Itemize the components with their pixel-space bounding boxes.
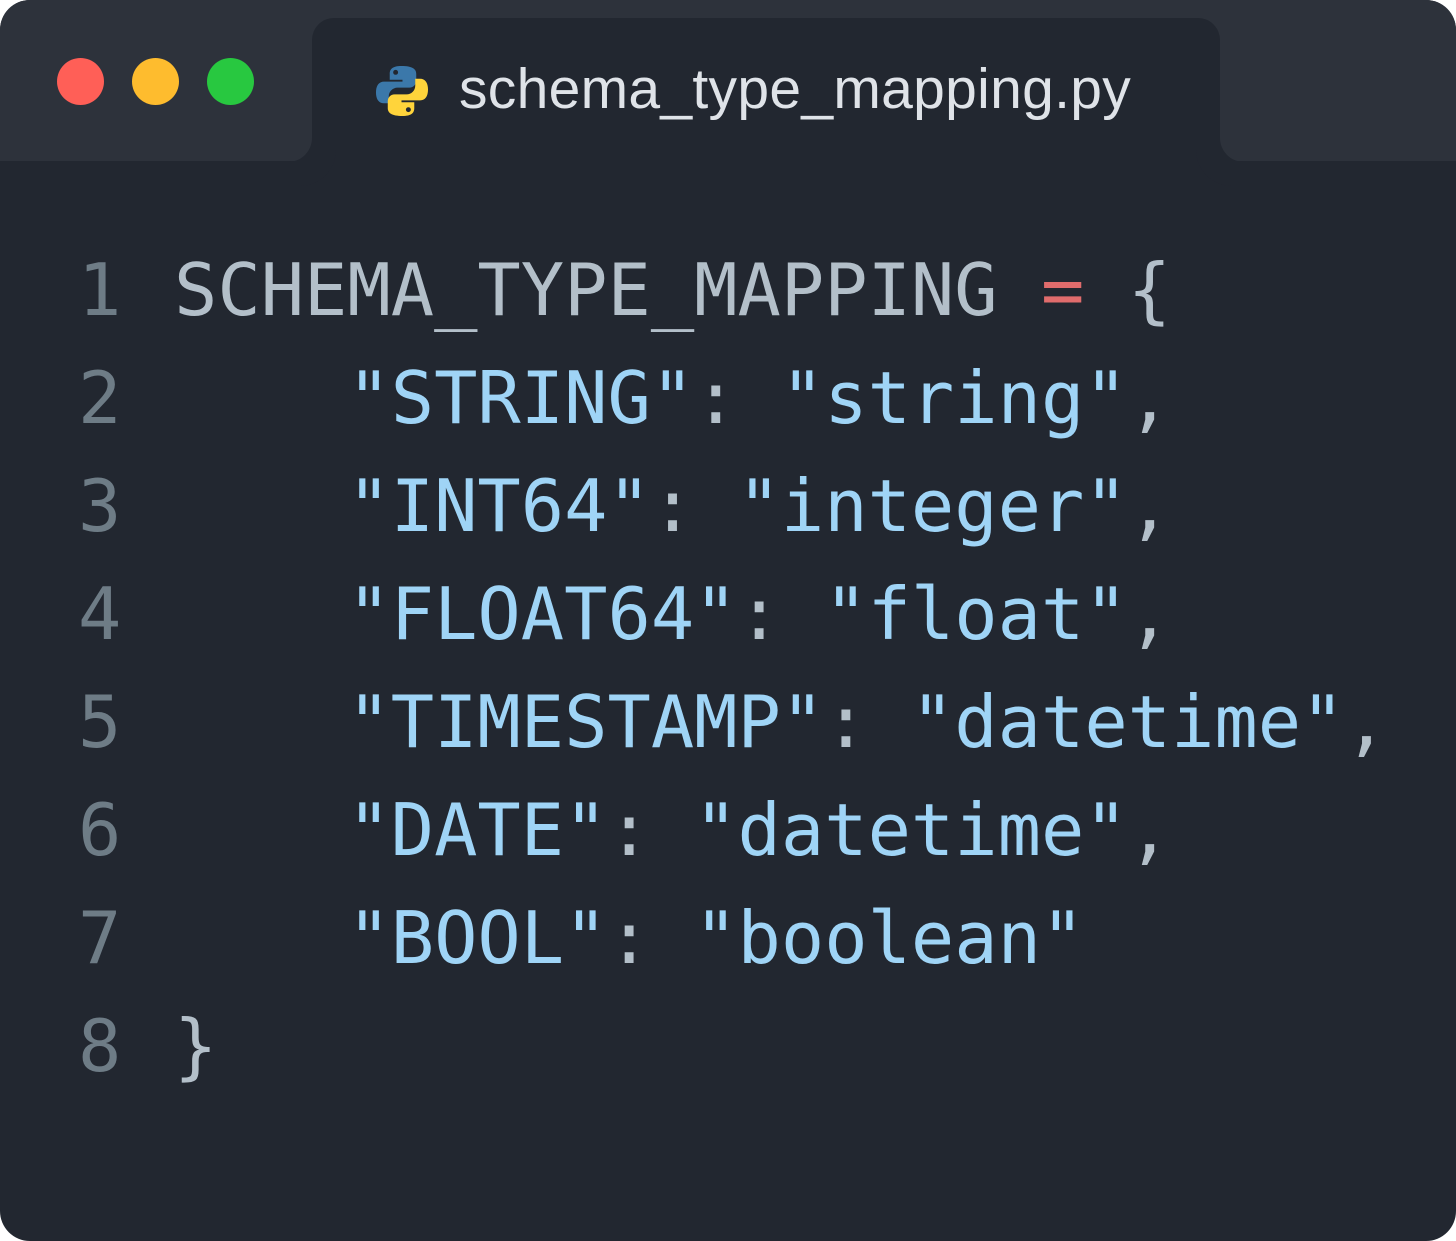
file-tab-title: schema_type_mapping.py — [459, 57, 1132, 121]
code-text: "STRING": "string", — [174, 344, 1171, 452]
string-literal: "boolean" — [694, 896, 1085, 980]
code-line: 1 SCHEMA_TYPE_MAPPING = { — [0, 236, 1456, 344]
minimize-button[interactable] — [132, 58, 179, 105]
code-line: 7 "BOOL": "boolean" — [0, 884, 1456, 992]
string-literal: "TIMESTAMP" — [347, 680, 825, 764]
operator-token: = — [1040, 248, 1085, 332]
python-icon — [375, 65, 429, 117]
string-literal: "DATE" — [347, 788, 608, 872]
code-line: 8} — [0, 992, 1456, 1100]
string-literal: "integer" — [737, 464, 1128, 548]
close-button[interactable] — [57, 58, 104, 105]
line-number: 5 — [78, 680, 122, 764]
code-text: "INT64": "integer", — [174, 452, 1171, 560]
code-text: "DATE": "datetime", — [174, 776, 1171, 884]
punctuation-token: : — [607, 896, 695, 980]
identifier-token: SCHEMA_TYPE_MAPPING — [174, 248, 998, 332]
string-literal: "FLOAT64" — [347, 572, 738, 656]
code-line: 5 "TIMESTAMP": "datetime", — [0, 668, 1456, 776]
punctuation-token: : — [607, 788, 695, 872]
string-literal: "STRING" — [347, 356, 695, 440]
punctuation-token: , — [1344, 680, 1388, 764]
string-literal: "datetime" — [694, 788, 1128, 872]
punctuation-token: : — [737, 572, 825, 656]
code-line: 2 "STRING": "string", — [0, 344, 1456, 452]
code-line: 6 "DATE": "datetime", — [0, 776, 1456, 884]
code-text: SCHEMA_TYPE_MAPPING = { — [174, 236, 1171, 344]
string-literal: "float" — [824, 572, 1128, 656]
code-window: schema_type_mapping.py 1 SCHEMA_TYPE_MAPP… — [0, 0, 1456, 1241]
line-number: 4 — [78, 572, 122, 656]
maximize-button[interactable] — [207, 58, 254, 105]
line-number: 2 — [78, 356, 122, 440]
punctuation-token: } — [174, 1004, 218, 1088]
punctuation-token: , — [1127, 356, 1172, 440]
punctuation-token: , — [1127, 464, 1172, 548]
punctuation-token: : — [650, 464, 738, 548]
code-text: "TIMESTAMP": "datetime", — [174, 668, 1388, 776]
line-number: 6 — [78, 788, 122, 872]
string-literal: "datetime" — [910, 680, 1345, 764]
string-literal: "string" — [780, 356, 1128, 440]
code-editor[interactable]: 1 SCHEMA_TYPE_MAPPING = {2 "STRING": "str… — [0, 236, 1456, 1100]
code-text: "FLOAT64": "float", — [174, 560, 1171, 668]
string-literal: "BOOL" — [347, 896, 608, 980]
code-line: 4 "FLOAT64": "float", — [0, 560, 1456, 668]
code-line: 3 "INT64": "integer", — [0, 452, 1456, 560]
title-bar: schema_type_mapping.py — [0, 0, 1456, 162]
punctuation-token: , — [1127, 572, 1172, 656]
code-text: "BOOL": "boolean" — [174, 884, 1084, 992]
punctuation-token: , — [1127, 788, 1172, 872]
punctuation-token: : — [694, 356, 781, 440]
line-number: 8 — [78, 1004, 122, 1088]
punctuation-token: : — [824, 680, 911, 764]
line-number: 7 — [78, 896, 122, 980]
string-literal: "INT64" — [347, 464, 651, 548]
line-number: 1 — [78, 248, 122, 332]
punctuation-token: { — [1127, 248, 1172, 332]
file-tab[interactable]: schema_type_mapping.py — [312, 18, 1220, 162]
line-number: 3 — [78, 464, 122, 548]
code-text: } — [174, 992, 217, 1100]
